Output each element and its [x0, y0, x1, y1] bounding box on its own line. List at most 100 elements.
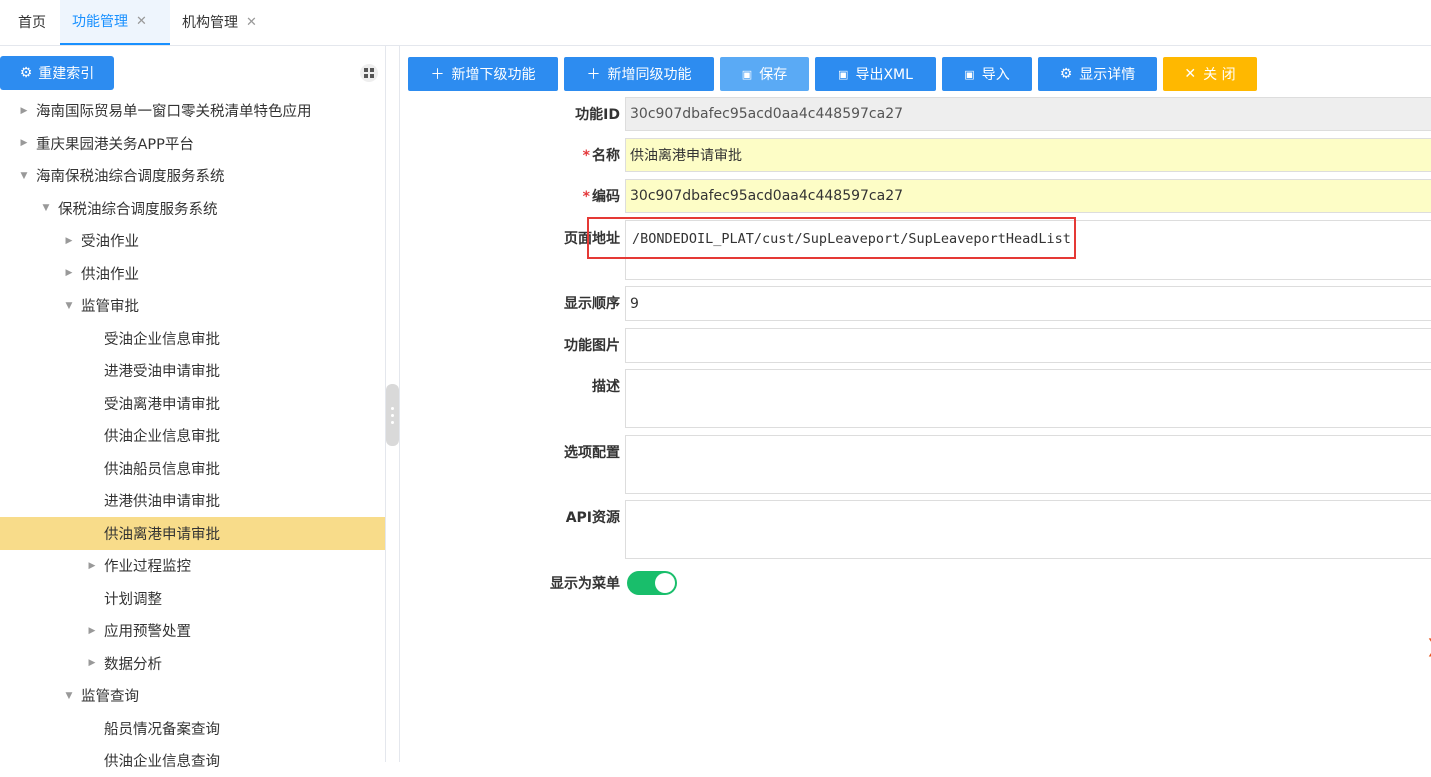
function-image-label: 功能图片 — [564, 338, 620, 354]
code-field[interactable]: 30c907dbafec95acd0aa4c448597ca27 — [625, 179, 1431, 213]
caret-right-icon[interactable]: ▶ — [18, 138, 30, 148]
tree-node-label: 供油船员信息审批 — [104, 461, 220, 478]
caret-right-icon[interactable]: ▶ — [86, 626, 98, 636]
tree-node-label: 受油离港申请审批 — [104, 396, 220, 413]
caret-right-icon[interactable]: ▶ — [63, 268, 75, 278]
options-config-label: 选项配置 — [564, 445, 620, 461]
tree-node-label: 进港供油申请审批 — [104, 494, 220, 510]
tree-node-label: 供油企业信息审批 — [104, 429, 220, 445]
caret-right-icon[interactable]: ▶ — [86, 561, 98, 571]
function-tree-panel: ⚙ 重建索引 ▶ 海南国际贸易单一窗口零关税清单特色应用 ▶ 重庆果园港关务APP平台… — [0, 46, 386, 770]
panel-splitter-handle[interactable] — [386, 384, 399, 446]
tree-node[interactable]: ▶ 重庆果园港关务APP平台 — [0, 127, 385, 160]
options-config-field[interactable] — [625, 435, 1431, 494]
tab-bar: 首页 功能管理 ✕ 机构管理 ✕ — [0, 0, 1431, 46]
tree-node[interactable]: ▼ 监管查询 — [0, 679, 385, 712]
tree-node-label: 受油作业 — [81, 234, 139, 250]
rebuild-index-label: 重建索引 — [38, 66, 95, 82]
tree-node-label: 重庆果园港关务APP平台 — [36, 136, 194, 153]
tree-node-label: 供油离港申请审批 — [104, 526, 220, 543]
name-label: * 名称 — [582, 148, 620, 164]
tree-node-label: 监管查询 — [81, 689, 139, 705]
function-id-field[interactable]: 30c907dbafec95acd0aa4c448597ca27 — [625, 97, 1431, 131]
close-button[interactable]: ✕ 关 闭 — [1163, 57, 1257, 91]
tree-node-label: 应用预警处置 — [104, 624, 191, 640]
tree-node[interactable]: ▶ 数据分析 — [0, 647, 385, 680]
plus-icon: ＋ — [430, 67, 445, 83]
tree-node-label: 保税油综合调度服务系统 — [58, 201, 218, 218]
tree-node-label: 供油作业 — [81, 266, 139, 283]
display-order-field[interactable]: 9 — [625, 286, 1431, 321]
edge-mark-icon: ❯ — [1426, 636, 1431, 660]
tree-node[interactable]: 供油企业信息审批 — [0, 419, 385, 452]
tree-node-label: 作业过程监控 — [104, 559, 191, 575]
tree-node-label: 海南保税油综合调度服务系统 — [36, 169, 225, 185]
gear-icon: ⚙ — [1059, 66, 1073, 82]
add-child-function-button[interactable]: ＋ 新增下级功能 — [408, 57, 558, 91]
floppy-icon: ▣ — [741, 67, 753, 81]
tree-node-label: 供油企业信息查询 — [104, 754, 220, 770]
show-detail-label: 显示详情 — [1079, 67, 1136, 83]
add-child-label: 新增下级功能 — [451, 67, 536, 83]
tree-node-label: 海南国际贸易单一窗口零关税清单特色应用 — [36, 104, 312, 120]
caret-down-icon[interactable]: ▼ — [63, 691, 75, 701]
caret-down-icon[interactable]: ▼ — [40, 203, 52, 213]
caret-down-icon[interactable]: ▼ — [18, 171, 30, 181]
tree-node[interactable]: ▶ 海南国际贸易单一窗口零关税清单特色应用 — [0, 94, 385, 127]
tree-node[interactable]: 供油船员信息审批 — [0, 452, 385, 485]
caret-right-icon[interactable]: ▶ — [18, 106, 30, 116]
tab-home[interactable]: 首页 — [18, 0, 46, 45]
toggle-knob — [655, 573, 675, 593]
display-order-label: 显示顺序 — [564, 296, 620, 312]
caret-right-icon[interactable]: ▶ — [63, 236, 75, 246]
tree-node[interactable]: 船员情况备案查询 — [0, 712, 385, 745]
close-icon[interactable]: ✕ — [246, 2, 257, 44]
save-label: 保存 — [759, 67, 788, 83]
close-icon[interactable]: ✕ — [136, 1, 147, 43]
tree-node-label: 数据分析 — [104, 656, 162, 673]
show-detail-button[interactable]: ⚙ 显示详情 — [1038, 57, 1157, 91]
tab-org-management[interactable]: 机构管理 ✕ — [182, 0, 257, 45]
tree-node[interactable]: ▶ 应用预警处置 — [0, 614, 385, 647]
tree-node-label: 受油企业信息审批 — [104, 331, 220, 348]
tab-label: 功能管理 — [72, 13, 128, 30]
tree-node[interactable]: 计划调整 — [0, 582, 385, 615]
tree-node-label: 计划调整 — [104, 591, 162, 608]
tree-node[interactable]: 受油离港申请审批 — [0, 387, 385, 420]
api-resource-label: API资源 — [565, 510, 620, 526]
export-xml-button[interactable]: ▣ 导出XML — [815, 57, 936, 91]
show-as-menu-toggle[interactable] — [627, 571, 677, 595]
tree-node[interactable]: 供油离港申请审批 — [0, 516, 385, 550]
floppy-icon: ▣ — [838, 67, 849, 81]
floppy-icon: ▣ — [964, 67, 975, 81]
tree-node[interactable]: 进港受油申请审批 — [0, 354, 385, 387]
save-button[interactable]: ▣ 保存 — [720, 57, 809, 91]
tab-function-management[interactable]: 功能管理 ✕ — [60, 0, 170, 45]
caret-down-icon[interactable]: ▼ — [63, 301, 75, 311]
import-label: 导入 — [981, 67, 1010, 83]
tree-node[interactable]: 受油企业信息审批 — [0, 322, 385, 355]
tree-node[interactable]: ▶ 供油作业 — [0, 257, 385, 290]
add-sibling-label: 新增同级功能 — [607, 67, 692, 83]
rebuild-index-button[interactable]: ⚙ 重建索引 — [0, 56, 114, 90]
tree-node[interactable]: ▶ 作业过程监控 — [0, 549, 385, 582]
api-resource-field[interactable] — [625, 500, 1431, 559]
tree-node[interactable]: ▶ 受油作业 — [0, 224, 385, 257]
close-label: 关 闭 — [1203, 67, 1236, 83]
name-field[interactable]: 供油离港申请审批 — [625, 138, 1431, 172]
show-as-menu-label: 显示为菜单 — [550, 576, 620, 592]
tree-node[interactable]: ▼ 海南保税油综合调度服务系统 — [0, 159, 385, 192]
function-image-field[interactable] — [625, 328, 1431, 363]
import-button[interactable]: ▣ 导入 — [942, 57, 1032, 91]
add-sibling-function-button[interactable]: ＋ 新增同级功能 — [564, 57, 714, 91]
tree-node[interactable]: ▼ 监管审批 — [0, 289, 385, 322]
tree-node[interactable]: 进港供油申请审批 — [0, 484, 385, 517]
function-detail-panel: ＋ 新增下级功能 ＋ 新增同级功能 ▣ 保存 ▣ 导出XML ▣ 导入 ⚙ 显示… — [399, 46, 1431, 762]
tree-node[interactable]: 供油企业信息查询 — [0, 744, 385, 777]
grid-icon[interactable] — [360, 64, 378, 82]
tree-node[interactable]: ▼ 保税油综合调度服务系统 — [0, 192, 385, 225]
caret-right-icon[interactable]: ▶ — [86, 658, 98, 668]
plus-icon: ＋ — [586, 67, 601, 83]
description-field[interactable] — [625, 369, 1431, 428]
page-url-field[interactable]: /BONDEDOIL_PLAT/cust/SupLeaveport/SupLea… — [625, 220, 1431, 280]
